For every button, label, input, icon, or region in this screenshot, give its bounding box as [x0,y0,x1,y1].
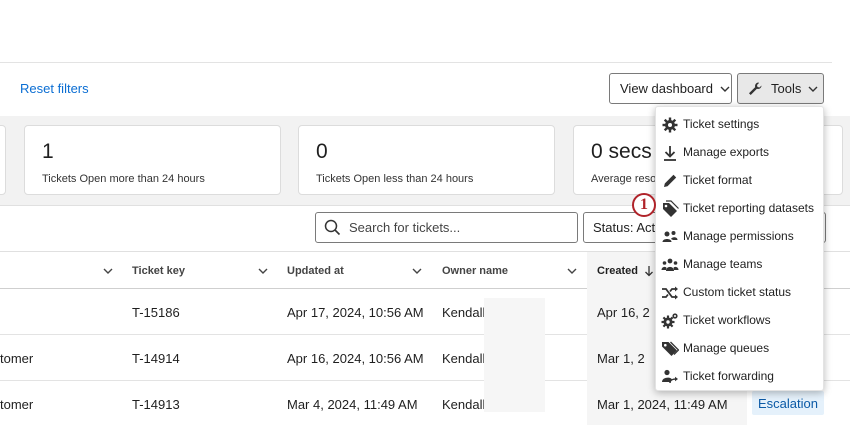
menu-item-label: Manage queues [683,341,770,355]
menu-item-label: Ticket format [683,173,752,187]
menu-item-manage-permissions[interactable]: Manage permissions [656,222,825,250]
pencil-icon [664,174,677,187]
column-header-updated-at[interactable]: Updated at [287,252,427,290]
users-key-icon [662,231,678,242]
menu-item-label: Manage teams [683,257,763,271]
column-header-owner-name[interactable]: Owner name [442,252,582,290]
menu-item-ticket-reporting-datasets[interactable]: Ticket reporting datasets [656,194,825,222]
stat-card-partial [0,125,6,195]
menu-item-label: Custom ticket status [683,285,792,299]
download-icon [664,146,676,161]
stat-value: 1 [42,140,54,163]
menu-item-ticket-format[interactable]: Ticket format [656,166,825,194]
column-header-ticket-key[interactable]: Ticket key [132,252,272,290]
sort-down-arrow-icon [645,266,653,277]
stat-label: Tickets Open less than 24 hours [316,173,474,185]
cell-ticket-key: T-14914 [132,350,180,366]
cell-updated-at: Apr 17, 2024, 10:56 AM [287,304,424,320]
cell-created: Mar 1, 2 [587,335,655,381]
chevron-down-icon [103,268,113,274]
stat-label: Average resol [591,173,659,185]
chevron-down-icon [808,86,818,92]
chevron-down-icon [720,86,730,92]
cell-ticket-key: T-15186 [132,304,180,320]
tags-icon [662,341,679,356]
stat-card-open-less-24h: 0 Tickets Open less than 24 hours [298,125,555,195]
menu-item-manage-queues[interactable]: Manage queues [656,334,825,362]
tools-button[interactable]: Tools [737,73,824,104]
status-badge: Escalation [752,391,824,415]
cell-updated-at: Mar 4, 2024, 11:49 AM [287,396,418,412]
menu-item-ticket-settings[interactable]: Ticket settings [656,110,825,138]
menu-item-manage-exports[interactable]: Manage exports [656,138,825,166]
menu-item-label: Ticket settings [683,117,760,131]
cell-owner-name: Kendall [442,396,486,412]
column-header-label: Owner name [442,265,509,277]
tag-stack-icon [663,200,679,217]
status-filter-value: Status: Acti [593,220,659,235]
menu-item-custom-ticket-status[interactable]: Custom ticket status [656,278,825,306]
tools-label: Tools [771,81,802,96]
cell-updated-at: Apr 16, 2024, 10:56 AM [287,350,424,366]
column-header-label: Updated at [287,265,344,277]
column-header-first[interactable] [0,252,120,290]
cell-owner-name: Kendall [442,304,486,320]
step-marker: 1 [632,193,656,217]
redacted-area [484,298,545,412]
reset-filters-link[interactable]: Reset filters [20,81,89,96]
shuffle-icon [662,286,678,300]
menu-item-manage-teams[interactable]: Manage teams [656,250,825,278]
menu-item-label: Manage permissions [683,229,794,243]
gears-icon [661,313,678,329]
gear-icon [662,117,678,133]
user-forward-icon [662,369,678,384]
column-header-label: Ticket key [132,265,186,277]
view-dashboard-button[interactable]: View dashboard [609,73,732,104]
stat-value: 0 [316,140,328,163]
view-dashboard-label: View dashboard [620,81,713,96]
chevron-down-icon [567,268,577,274]
cell-first: tomer [0,396,34,412]
menu-item-ticket-forwarding[interactable]: Ticket forwarding [656,362,825,390]
stat-card-open-more-24h: 1 Tickets Open more than 24 hours [24,125,281,195]
menu-item-label: Ticket reporting datasets [683,201,814,215]
search-box[interactable] [315,212,578,243]
stat-label: Tickets Open more than 24 hours [42,173,205,185]
cell-owner-name: Kendall [442,350,486,366]
search-icon [324,219,341,236]
cell-created: Apr 16, 2 [587,289,655,335]
chevron-down-icon [412,268,422,274]
tools-menu: Ticket settings Manage exports Ticket fo… [655,106,824,391]
menu-item-label: Ticket workflows [683,313,771,327]
cell-ticket-key: T-14913 [132,396,180,412]
column-header-label: Created [597,265,638,277]
menu-item-label: Manage exports [683,145,770,159]
menu-item-ticket-workflows[interactable]: Ticket workflows [656,306,825,334]
team-icon [661,258,679,271]
search-input[interactable] [349,220,559,235]
stat-value: 0 secs [591,140,652,163]
cell-first: tomer [0,350,34,366]
menu-item-label: Ticket forwarding [683,369,774,383]
chevron-down-icon [258,268,268,274]
column-header-created[interactable]: Created [587,252,655,290]
wrench-icon [749,82,762,95]
